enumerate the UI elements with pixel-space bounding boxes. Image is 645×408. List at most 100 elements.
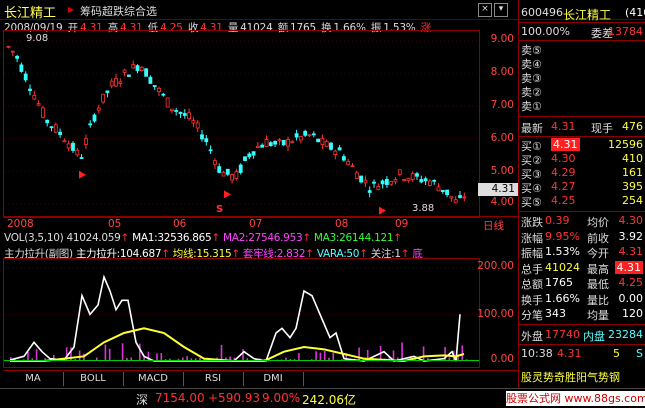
stat-value-1: 1.53% [545, 245, 580, 258]
status-bar: 深 7154.00 +590.93 9.00% 242.06亿 股票公式网 ww… [0, 388, 645, 408]
candle-body [334, 151, 337, 154]
y-tick: 4.00 [491, 196, 514, 208]
tick-row: 10:38 4.31 5 S [521, 347, 645, 361]
ind-ma-line [10, 328, 464, 361]
buy-3-vol: 161 [622, 166, 643, 179]
ind-bar [423, 346, 425, 361]
candle-body [106, 91, 109, 93]
stat-row: 换手1.66%量比0.00 [521, 292, 645, 306]
candle-body [287, 139, 290, 146]
candle-body [381, 181, 384, 184]
candle-body [179, 112, 182, 113]
tab-boll[interactable]: BOLL [63, 372, 124, 386]
candle-body [226, 169, 229, 174]
candle-body [170, 109, 173, 110]
tab-ma[interactable]: MA [3, 372, 64, 386]
candle-body [261, 145, 264, 147]
ind-y-tick: 100.00 [477, 308, 514, 320]
candle-body [235, 172, 238, 179]
candle-body [29, 89, 32, 90]
stat-label-2: 均价 [587, 214, 609, 230]
candle-body [433, 180, 436, 181]
indicator-axis: 200.00 100.00 0.00 [478, 258, 518, 366]
stat-value-1: 343 [545, 307, 566, 320]
kline-chart[interactable]: 9.08 3.88 S [3, 30, 480, 218]
stat-value-2: 4.30 [619, 214, 644, 227]
candle-body [76, 150, 79, 155]
candle-body [153, 86, 156, 87]
max-price-label: 9.08 [26, 33, 48, 44]
ind-bar [109, 349, 111, 361]
x-tick: 2008 [7, 218, 34, 230]
candle-body [325, 142, 328, 147]
candle-body [295, 134, 298, 137]
sell-signal-marker: S [216, 204, 223, 215]
period-label[interactable]: 日线 [483, 218, 504, 233]
x-tick: 08 [335, 218, 348, 230]
buy-4-vol: 395 [622, 180, 643, 193]
quote-panel: 600496 长江精工 (416 100.00% 委差 13784 卖⑤ 卖④ … [518, 0, 645, 388]
ind-y-tick: 200.00 [477, 260, 514, 272]
y-tick: 9.00 [491, 33, 514, 45]
current-price-tag: 4.31 [478, 183, 518, 196]
x-tick: 05 [108, 218, 121, 230]
ind-bar [358, 348, 360, 361]
stat-row: 振幅1.53%今开4.31 [521, 245, 645, 259]
brand-watermark: 股票公式网 www.88gs.com [506, 391, 645, 406]
candle-body [239, 165, 242, 172]
formula-name[interactable]: 筹码超跌综合选 [80, 3, 157, 19]
candle-body [304, 131, 307, 135]
xianshou-value: 476 [622, 120, 643, 133]
candle-body [46, 120, 49, 122]
buy-signal-arrow [224, 190, 231, 198]
stat-label-1: 总额 [521, 276, 543, 292]
stat-label-2: 今开 [587, 245, 609, 261]
candle-body [115, 78, 118, 86]
candle-body [140, 67, 143, 70]
ind-bar [333, 353, 335, 361]
candle-body [41, 108, 44, 117]
ind-bar [148, 352, 150, 361]
buy-row: 买③ 4.29 161 [521, 166, 645, 180]
ind-bar [139, 344, 141, 361]
market-amount: 242.06亿 [302, 391, 356, 408]
y-tick: 7.00 [491, 99, 514, 111]
candle-body [93, 115, 96, 121]
stat-row: 总手41024最高4.31 [521, 261, 645, 275]
buy-row: 买④ 4.27 395 [521, 180, 645, 194]
settings-icon[interactable]: ▾ [494, 3, 508, 17]
close-icon[interactable]: × [478, 3, 492, 17]
indicator-tabs: MA BOLL MACD RSI DMI [3, 370, 518, 387]
formula-arrow-icon[interactable]: ▸ [68, 2, 74, 16]
candle-body [454, 200, 457, 203]
tab-rsi[interactable]: RSI [183, 372, 244, 386]
tick-price: 4.31 [557, 347, 582, 360]
stat-value-2: 3.92 [619, 230, 644, 243]
candle-body [416, 174, 419, 176]
x-tick: 06 [173, 218, 186, 230]
candle-body [7, 46, 10, 47]
stock-code: 600496 [521, 6, 563, 19]
indicator-chart[interactable] [3, 258, 480, 368]
date-axis: 2008 05 06 07 08 09 日线 [3, 216, 518, 231]
neipan-label: 内盘 [583, 328, 605, 344]
x-tick: 07 [249, 218, 262, 230]
candle-body [102, 94, 105, 102]
ind-bar [324, 351, 326, 361]
candle-body [377, 186, 380, 189]
candle-body [84, 139, 87, 145]
candle-body [299, 137, 302, 141]
ind-bar [242, 349, 244, 361]
tab-dmi[interactable]: DMI [243, 372, 304, 386]
market-index: 7154.00 [155, 391, 205, 405]
candle-body [222, 172, 225, 176]
ind-bar [105, 345, 107, 361]
tab-macd[interactable]: MACD [123, 372, 184, 386]
quote-header: 600496 长江精工 (416 [521, 6, 645, 20]
buy-2-vol: 410 [622, 152, 643, 165]
candle-body [127, 75, 130, 76]
sell-row: 卖④ [521, 56, 645, 70]
candle-body [274, 141, 277, 144]
candle-body [123, 70, 126, 72]
ind-bar [221, 345, 223, 361]
